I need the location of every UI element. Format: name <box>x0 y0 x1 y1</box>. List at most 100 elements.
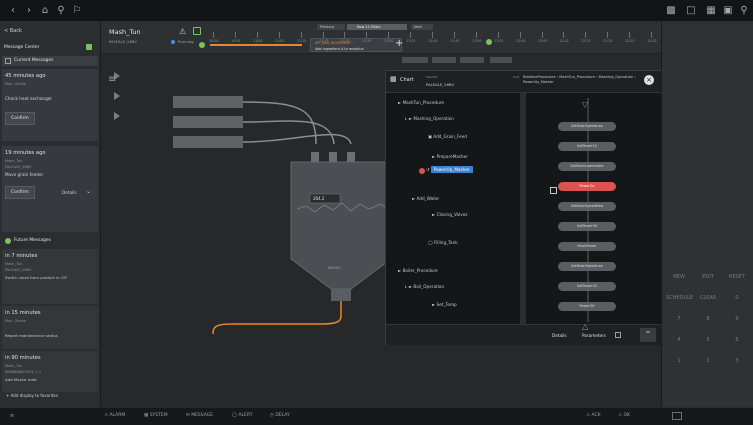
keypad-key[interactable]: 6 <box>724 330 750 350</box>
message-center-label: Message Center <box>4 45 40 50</box>
warning-icon[interactable]: ⚠ <box>179 27 186 36</box>
chevron-up-icon[interactable]: ⌃ <box>640 328 656 342</box>
keypad-key[interactable]: CLEAR <box>695 288 721 308</box>
keyboard-icon[interactable] <box>672 412 682 420</box>
tab-parameters[interactable]: Parameters <box>582 333 606 338</box>
tree-node[interactable]: ► Set_Temp <box>432 302 457 307</box>
future-message-card[interactable]: in 15 minutes Mon. Zenko Report maintena… <box>2 305 98 349</box>
timeline-tick <box>257 32 258 38</box>
timeline-tick <box>542 32 543 38</box>
tab-details[interactable]: Details <box>552 333 567 338</box>
next-label[interactable]: Next <box>411 24 433 30</box>
bookmark-icon[interactable]: ⚐ <box>70 4 84 18</box>
step-chip[interactable] <box>460 57 484 63</box>
step-chip[interactable] <box>402 57 428 63</box>
tree-node[interactable]: ► Closing_Valves <box>432 212 467 217</box>
timeline-tick <box>629 32 630 38</box>
future-message-card[interactable]: in 90 minutes Mash_Tun 88888888/2021_1.1… <box>2 350 98 392</box>
sfc-step[interactable]: SetMashLowerstate <box>558 162 616 171</box>
timeline-tick <box>213 32 214 38</box>
chevron-left-icon[interactable]: ‹ <box>6 4 20 18</box>
unit-name[interactable]: Mash_Tun <box>109 28 141 36</box>
panel-scrollbar[interactable] <box>520 93 526 324</box>
keypad-key[interactable]: 5 <box>695 330 721 350</box>
ok-button[interactable]: ⚠ OK <box>618 413 630 418</box>
tree-node[interactable]: ◯ Filling_Tank <box>428 240 458 245</box>
message-time: 45 minutes ago <box>5 73 46 79</box>
sfc-step[interactable]: SetMashSpeedMed <box>558 202 616 211</box>
window-icon[interactable]: □ <box>684 4 698 18</box>
details-link[interactable]: Details <box>62 190 77 195</box>
add-display-button[interactable]: + Add display to favorites <box>6 393 58 398</box>
home-icon[interactable]: ⌂ <box>38 4 52 18</box>
keypad-key[interactable]: RESET <box>724 267 750 287</box>
pin-icon[interactable]: ⚲ <box>54 4 68 18</box>
calculator-icon[interactable]: ▦ <box>704 4 718 18</box>
edit-icon[interactable] <box>193 27 201 35</box>
chevron-down-icon[interactable]: ⌄ <box>86 188 91 195</box>
keypad-key[interactable]: 4 <box>666 330 692 350</box>
system-filter[interactable]: ▩ SYSTEM <box>144 413 168 418</box>
keypad-key[interactable]: EDIT <box>695 267 721 287</box>
tree-node[interactable]: ↓ ► Boil_Operation <box>404 284 444 289</box>
current-messages-header[interactable]: Current Messages <box>2 56 98 66</box>
feed-valve-icon[interactable] <box>114 112 120 120</box>
close-icon[interactable]: × <box>644 75 654 85</box>
tree-node[interactable]: ► MashTun_Procedure <box>398 100 444 105</box>
sfc-step[interactable]: MashPower <box>558 242 616 251</box>
keypad-key[interactable]: 2 <box>695 351 721 371</box>
menu-icon[interactable]: ≡ <box>10 413 14 419</box>
sfc-step[interactable]: SetMashSpeedLow <box>558 122 616 131</box>
ack-button[interactable]: ⚠ ACK <box>586 413 601 418</box>
alarm-filter[interactable]: ⚠ ALARM <box>104 413 125 418</box>
delay-filter[interactable]: ◷ DELAY <box>270 413 290 418</box>
collapse-icon[interactable]: ≡ <box>108 74 116 85</box>
keypad-key[interactable]: 7 <box>666 309 692 329</box>
keypad-key[interactable]: 0 <box>724 288 750 308</box>
progress-line <box>210 44 302 46</box>
sfc-step[interactable]: PowerOn <box>558 182 616 191</box>
feed-valve-icon[interactable] <box>114 92 120 100</box>
sfc-step[interactable]: SetPower20 <box>558 282 616 291</box>
chart-icon[interactable]: ▩ <box>664 4 678 18</box>
step-checkbox-icon[interactable] <box>550 187 557 194</box>
search-icon[interactable]: ⚲ <box>737 4 751 18</box>
confirm-button[interactable]: Confirm <box>5 186 35 199</box>
sfc-step[interactable]: SetPower90 <box>558 222 616 231</box>
keypad-key[interactable]: 8 <box>695 309 721 329</box>
unit-status: Running <box>178 39 194 44</box>
keypad-key[interactable]: 3 <box>724 351 750 371</box>
display-icon[interactable]: ▣ <box>721 4 735 18</box>
keypad-key[interactable]: NEW <box>666 267 692 287</box>
keypad-key[interactable]: 1 <box>666 351 692 371</box>
timeline-tick <box>585 32 586 38</box>
back-link[interactable]: < Back <box>4 28 22 34</box>
tree-node-selected[interactable]: ↺ PowerUp_Masher <box>426 166 473 173</box>
tree-node[interactable]: ► Boiler_Procedure <box>398 268 438 273</box>
message-filter[interactable]: ✉ MESSAGE <box>186 413 213 418</box>
keypad-key[interactable]: 9 <box>724 309 750 329</box>
mash-vessel[interactable] <box>290 161 392 290</box>
message-time: in 7 minutes <box>5 253 38 259</box>
future-message-card[interactable]: in 7 minutes Mash_Tun PALEALE_568V Switc… <box>2 248 98 304</box>
sfc-step[interactable]: PowerOff <box>558 302 616 311</box>
breadcrumb[interactable]: RelativeProcedure › MashTun_Procedure › … <box>523 75 639 85</box>
sfc-step[interactable]: SetPower10 <box>558 142 616 151</box>
tree-node[interactable]: ▣ Add_Grain_Feed <box>428 134 467 139</box>
timeline-label: 11:10 <box>297 39 307 43</box>
alert-filter[interactable]: ◯ ALERT <box>232 413 252 418</box>
tree-node[interactable]: ► Add_Water <box>412 196 439 201</box>
confirm-button[interactable]: Confirm <box>5 112 35 125</box>
feed-pipe <box>173 96 243 108</box>
step-chip[interactable] <box>432 57 456 63</box>
tree-node[interactable]: ► PrepareMasher <box>432 154 468 159</box>
keypad-key[interactable]: SCHEDULE <box>666 288 693 308</box>
tree-node[interactable]: ↓ ► Mashing_Operation <box>404 116 454 121</box>
checkbox-icon[interactable] <box>615 332 621 338</box>
step-chip[interactable] <box>490 57 512 63</box>
chevron-right-icon[interactable]: › <box>22 4 36 18</box>
previous-label[interactable]: Previous <box>317 24 345 30</box>
future-messages-header[interactable]: Future Messages <box>2 236 98 246</box>
sfc-step[interactable]: SetMashSpeedLow <box>558 262 616 271</box>
timeline-tick <box>279 32 280 38</box>
